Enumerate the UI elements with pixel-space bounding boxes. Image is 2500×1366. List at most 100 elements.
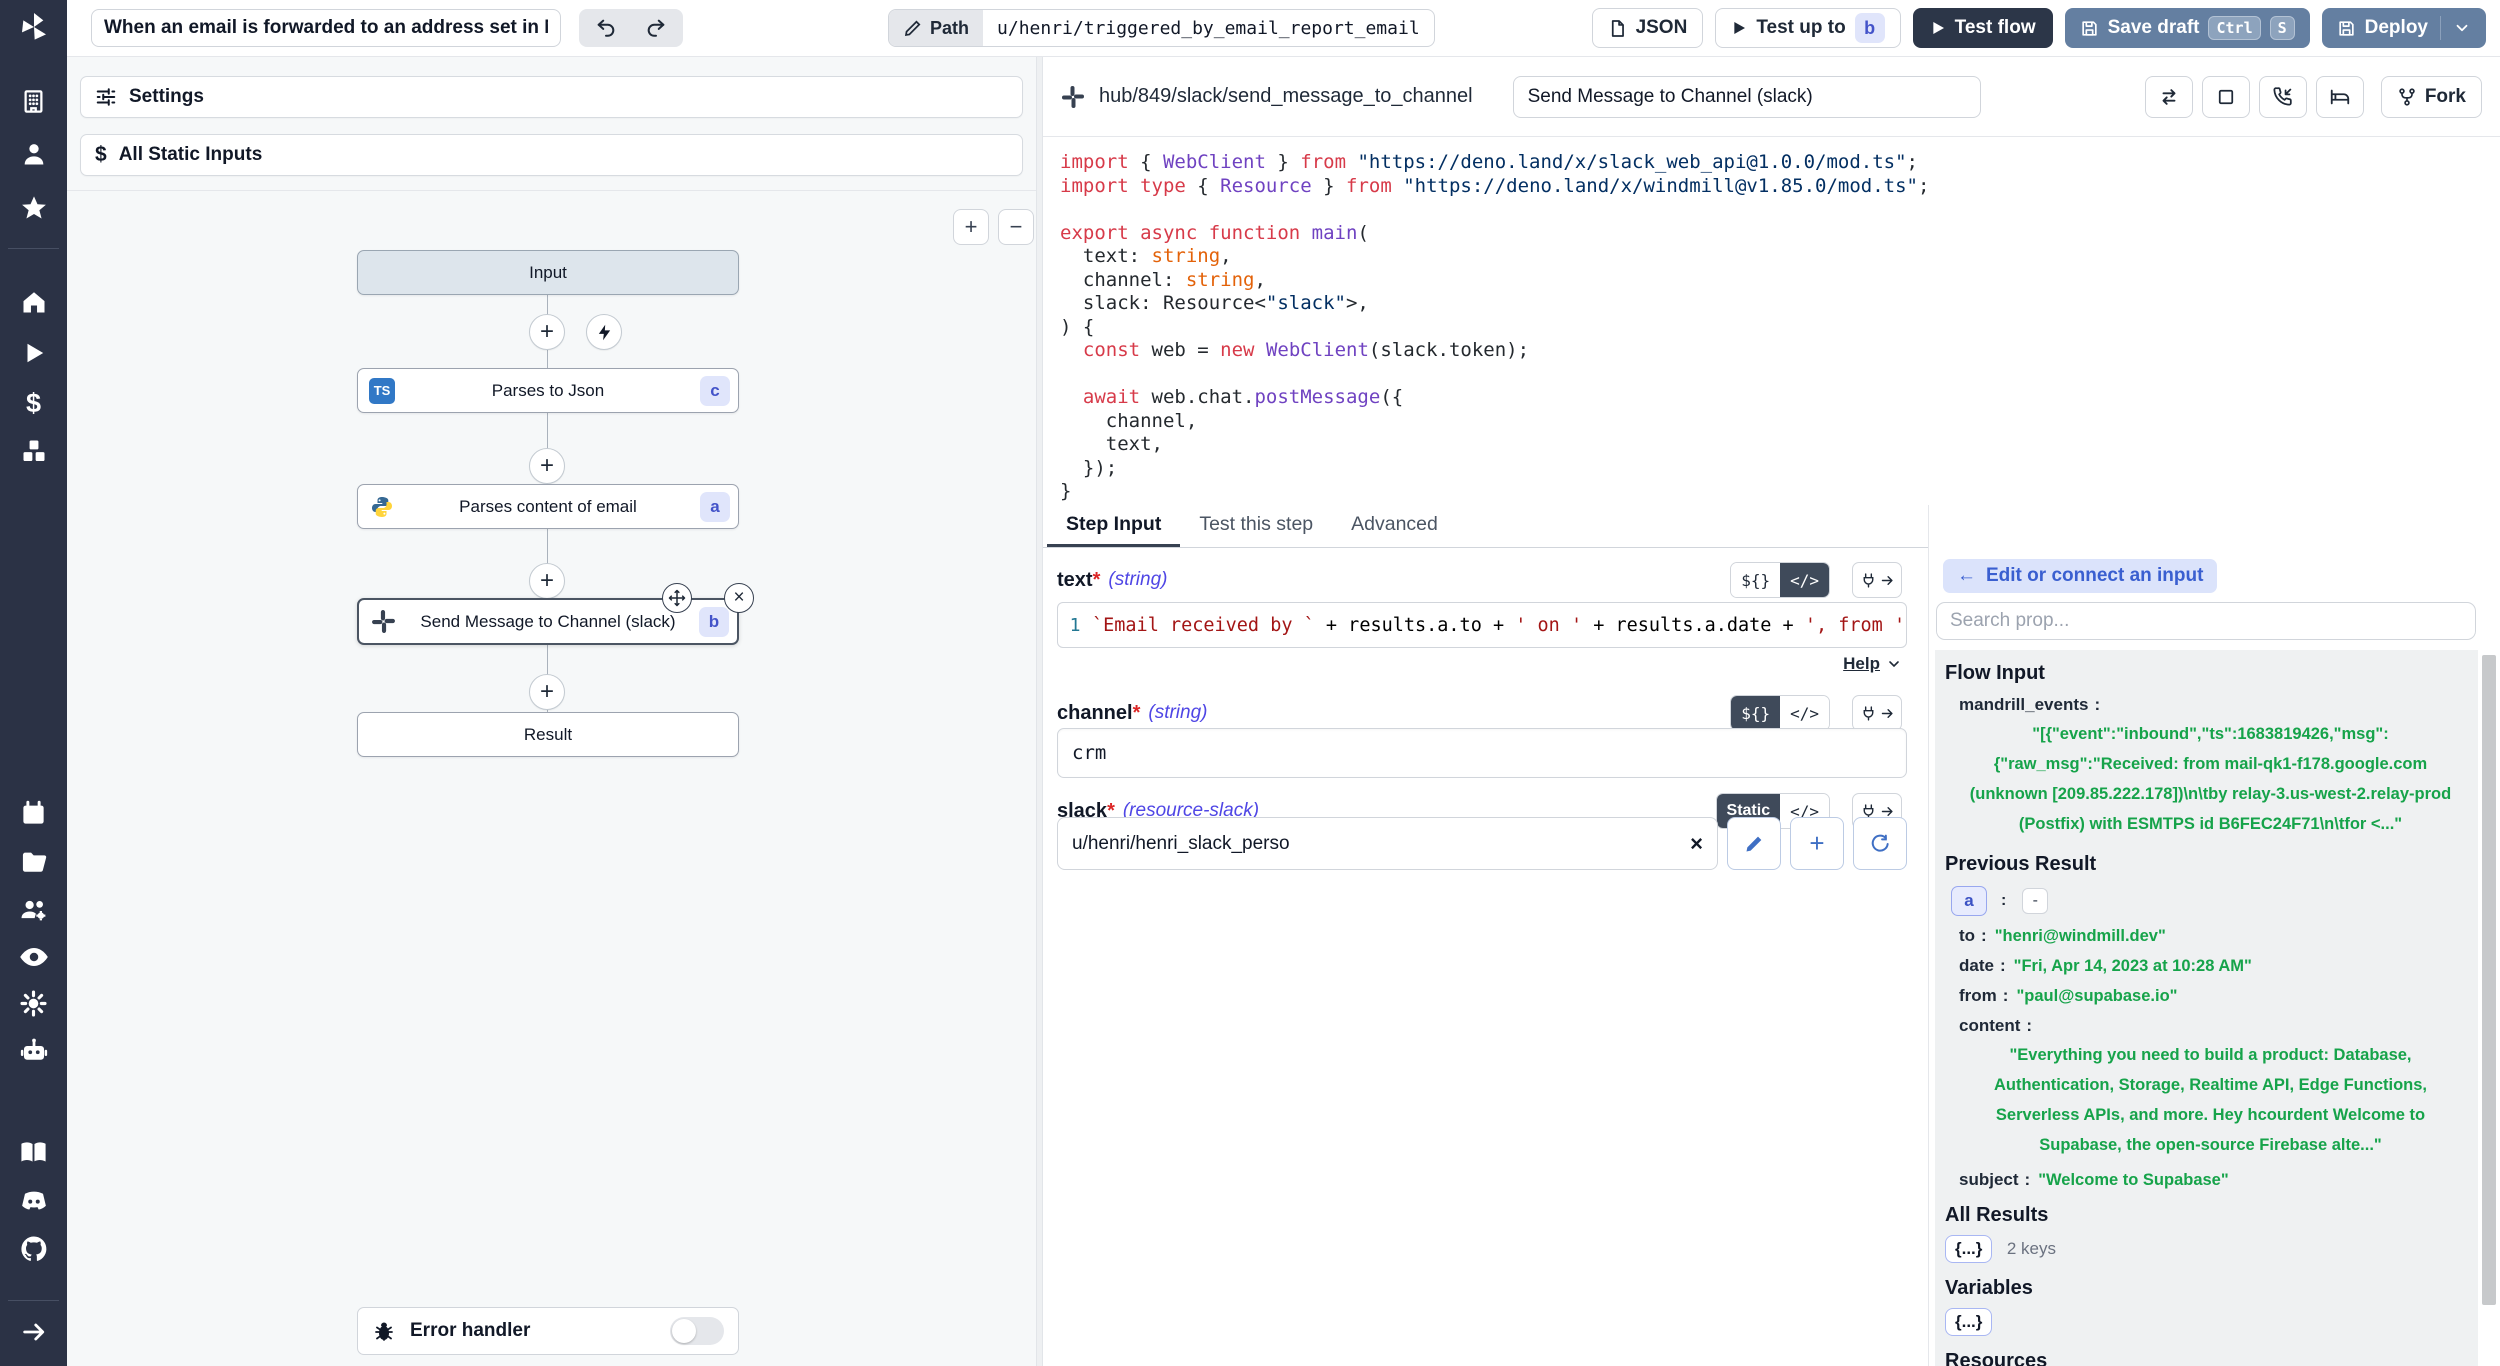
suspend-phone-button[interactable] xyxy=(2259,76,2307,118)
help-link[interactable]: Help xyxy=(1843,654,1880,674)
error-handler-label: Error handler xyxy=(410,1320,530,1342)
flow-node-parses-content[interactable]: Parses content of email a xyxy=(357,484,739,529)
docs-book-icon[interactable] xyxy=(0,1138,67,1167)
prop-entry[interactable]: from:"paul@supabase.io" xyxy=(1959,986,2468,1006)
workers-robot-icon[interactable] xyxy=(0,1036,67,1066)
collapse-button[interactable]: - xyxy=(2022,888,2048,914)
clear-resource-button[interactable]: × xyxy=(1690,831,1703,857)
prop-search-input[interactable] xyxy=(1936,602,2476,640)
tab-test-this-step[interactable]: Test this step xyxy=(1180,505,1332,547)
settings-gear-icon[interactable] xyxy=(0,989,67,1018)
flow-node-input[interactable]: Input xyxy=(357,250,739,295)
flow-divider xyxy=(67,190,1036,191)
prop-entry[interactable]: date:"Fri, Apr 14, 2023 at 10:28 AM" xyxy=(1959,956,2468,976)
error-handler-toggle[interactable] xyxy=(670,1317,724,1345)
field-label-channel: channel* xyxy=(1057,702,1140,725)
pane-resize-divider[interactable] xyxy=(1036,57,1043,1366)
favorites-star-icon[interactable] xyxy=(0,194,67,222)
step-editor-pane: hub/849/slack/send_message_to_channel Fo… xyxy=(1043,57,2500,1366)
prop-entry[interactable]: subject:"Welcome to Supabase" xyxy=(1959,1170,2468,1190)
test-flow-button[interactable]: Test flow xyxy=(1913,8,2053,48)
add-step-button[interactable]: + xyxy=(529,448,565,484)
expand-object-button[interactable]: {...} xyxy=(1945,1235,1992,1263)
all-static-inputs-bar[interactable]: $ All Static Inputs xyxy=(80,134,1023,176)
windmill-logo-icon[interactable] xyxy=(0,11,67,43)
node-label: Send Message to Channel (slack) xyxy=(397,612,699,632)
redo-icon xyxy=(645,17,667,39)
edit-or-connect-button[interactable]: ← Edit or connect an input xyxy=(1943,559,2217,593)
deploy-button[interactable]: Deploy xyxy=(2322,8,2486,48)
code-editor[interactable]: import { WebClient } from "https://deno.… xyxy=(1043,137,2480,505)
flow-node-result[interactable]: Result xyxy=(357,712,739,757)
add-step-button[interactable]: + xyxy=(529,563,565,599)
workspace-building-icon[interactable] xyxy=(0,88,67,115)
user-icon[interactable] xyxy=(0,140,67,168)
add-step-button[interactable]: + xyxy=(529,314,565,350)
node-label: Parses content of email xyxy=(396,497,700,517)
variables-dollar-icon[interactable]: $ xyxy=(0,388,67,419)
connect-input-button[interactable] xyxy=(1852,695,1902,731)
undo-button[interactable] xyxy=(583,12,629,44)
graph-zoom-in-button[interactable]: + xyxy=(953,209,989,245)
text-expression-editor[interactable]: 1 `Email received by ` + results.a.to + … xyxy=(1057,602,1907,648)
expand-object-button[interactable]: {...} xyxy=(1945,1308,1992,1336)
add-step-button[interactable]: + xyxy=(529,674,565,710)
scrollbar-thumb[interactable] xyxy=(2482,655,2496,1305)
tab-step-input[interactable]: Step Input xyxy=(1047,505,1180,547)
channel-value-input[interactable]: crm xyxy=(1057,728,1907,778)
edit-path-button[interactable]: Path xyxy=(889,10,983,46)
deploy-label: Deploy xyxy=(2365,17,2428,39)
template-mode-button[interactable]: ${} xyxy=(1731,563,1780,597)
js-mode-button[interactable]: </> xyxy=(1780,696,1829,730)
tab-advanced[interactable]: Advanced xyxy=(1332,505,1457,547)
runs-play-icon[interactable] xyxy=(0,340,67,366)
template-mode-button[interactable]: ${} xyxy=(1731,696,1780,730)
schedules-calendar-icon[interactable] xyxy=(0,800,67,827)
trigger-bolt-button[interactable] xyxy=(586,314,622,350)
slack-resource-input[interactable]: u/henri/henri_slack_perso × xyxy=(1057,817,1718,870)
chevron-down-icon[interactable] xyxy=(2453,19,2471,37)
json-button[interactable]: JSON xyxy=(1592,8,1704,48)
test-flow-label: Test flow xyxy=(1955,17,2036,39)
all-static-inputs-label: All Static Inputs xyxy=(119,144,263,166)
refresh-resources-button[interactable] xyxy=(1853,817,1907,870)
prop-value: "Welcome to Supabase" xyxy=(2038,1171,2228,1189)
prop-entry[interactable]: content: xyxy=(1959,1016,2468,1036)
flow-node-parses-to-json[interactable]: TS Parses to Json c xyxy=(357,368,739,413)
pencil-icon xyxy=(1744,834,1764,854)
stop-after-step-button[interactable] xyxy=(2202,76,2250,118)
move-node-button[interactable] xyxy=(662,583,692,613)
flow-path-value[interactable]: u/henri/triggered_by_email_report_email xyxy=(983,10,1434,46)
node-id-badge: c xyxy=(700,376,730,406)
discord-icon[interactable] xyxy=(0,1186,67,1216)
folders-icon[interactable] xyxy=(0,848,67,876)
fork-button[interactable]: Fork xyxy=(2381,76,2482,118)
flow-title-input[interactable] xyxy=(91,9,561,47)
error-handler-node[interactable]: Error handler xyxy=(357,1307,739,1355)
swap-step-button[interactable] xyxy=(2145,76,2193,118)
home-icon[interactable] xyxy=(0,288,67,316)
sleep-bed-button[interactable] xyxy=(2316,76,2364,118)
close-icon: × xyxy=(733,587,744,609)
app-sidebar: $ xyxy=(0,0,67,1366)
step-summary-input[interactable] xyxy=(1513,76,1981,118)
audit-eye-icon[interactable] xyxy=(0,942,67,972)
save-draft-button[interactable]: Save draft Ctrl S xyxy=(2065,8,2310,48)
github-icon[interactable] xyxy=(0,1234,67,1264)
result-key-badge[interactable]: a xyxy=(1951,886,1987,916)
resources-boxes-icon[interactable] xyxy=(0,437,67,465)
delete-node-button[interactable]: × xyxy=(724,583,754,613)
js-mode-button[interactable]: </> xyxy=(1780,563,1829,597)
prop-entry[interactable]: to:"henri@windmill.dev" xyxy=(1959,926,2468,946)
save-icon xyxy=(2080,19,2099,38)
redo-button[interactable] xyxy=(633,12,679,44)
connect-input-button[interactable] xyxy=(1852,562,1902,598)
add-resource-button[interactable]: + xyxy=(1790,817,1844,870)
test-up-to-button[interactable]: Test up to b xyxy=(1715,8,1900,48)
flow-settings-bar[interactable]: Settings xyxy=(80,76,1023,118)
collapse-arrow-right-icon[interactable] xyxy=(0,1318,67,1346)
graph-zoom-out-button[interactable]: − xyxy=(998,209,1034,245)
edit-resource-button[interactable] xyxy=(1727,817,1781,870)
prop-entry[interactable]: mandrill_events: xyxy=(1959,695,2468,715)
groups-gear-icon[interactable] xyxy=(0,895,67,925)
